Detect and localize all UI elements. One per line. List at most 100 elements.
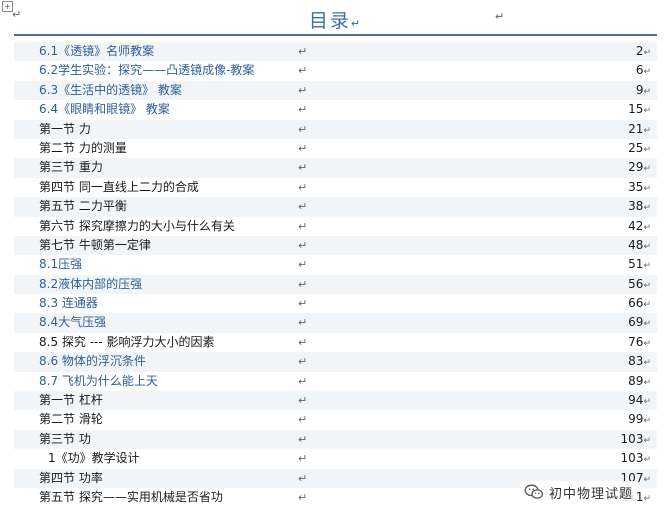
- paragraph-mark: ↵: [643, 261, 651, 272]
- toc-entry-title[interactable]: 8.4大气压强: [39, 313, 106, 332]
- paragraph-mark: ↵: [643, 455, 651, 466]
- toc-entry-title[interactable]: 第四节 功率: [39, 469, 103, 488]
- page-number-value: 29: [628, 160, 644, 175]
- toc-entry-title[interactable]: 8.3 连通器: [39, 294, 98, 313]
- page-number-value: 42: [628, 218, 644, 233]
- page-number-value: 83: [628, 354, 644, 369]
- paragraph-mark: ↵: [643, 241, 651, 252]
- toc-entry-title[interactable]: 第五节 二力平衡: [39, 197, 127, 216]
- toc-entry[interactable]: 6.3《生活中的透镜》 教案 ↵ 9↵: [14, 80, 657, 101]
- toc-page-number: 42↵: [628, 217, 651, 238]
- toc-entry-title[interactable]: 8.7 飞机为什么能上天: [39, 372, 158, 391]
- toc-entry[interactable]: 第五节 二力平衡 ↵ 38↵: [14, 197, 657, 218]
- page-number-value: 103: [620, 431, 644, 446]
- cell-end-mark: ↵: [298, 355, 308, 369]
- page-number-value: 21: [628, 121, 644, 136]
- toc-entry-title[interactable]: 第四节 同一直线上二力的合成: [39, 178, 199, 197]
- toc-page-number: 38↵: [628, 197, 651, 218]
- toc-entry-title[interactable]: 8.2液体内部的压强: [39, 275, 142, 294]
- toc-entry[interactable]: 6.2学生实验：探究——凸透镜成像-教案 ↵ 6↵: [14, 61, 657, 82]
- toc-heading: 目录↵: [0, 6, 669, 33]
- toc-entry[interactable]: 第三节 重力 ↵ 29↵: [14, 158, 657, 178]
- cell-end-mark: ↵: [298, 83, 308, 97]
- page-number-value: 15: [628, 102, 644, 117]
- toc-entry[interactable]: 第三节 功 ↵ 103↵: [14, 429, 657, 450]
- page-number-value: 35: [628, 179, 644, 194]
- toc-entry-title[interactable]: 第二节 力的测量: [39, 139, 127, 158]
- toc-entry-title[interactable]: 6.4《眼睛和眼镜》 教案: [39, 100, 170, 119]
- paragraph-mark: ↵: [350, 17, 361, 30]
- cell-end-mark: ↵: [298, 103, 308, 117]
- toc-page-number: 66↵: [628, 294, 651, 315]
- toc-entry[interactable]: 第二节 滑轮 ↵ 99↵: [14, 410, 657, 431]
- page-number-value: 25: [628, 140, 644, 155]
- toc-entry-title[interactable]: 第六节 探究摩擦力的大小与什么有关: [39, 217, 235, 236]
- paragraph-mark: ↵: [643, 338, 651, 349]
- toc-page-number: 51↵: [628, 255, 651, 276]
- toc-entry-title[interactable]: 第三节 重力: [39, 158, 103, 177]
- cell-end-mark: ↵: [298, 141, 308, 155]
- page-number-value: 38: [628, 199, 644, 214]
- page-number-value: 66: [628, 296, 644, 311]
- cell-end-mark: ↵: [298, 277, 308, 291]
- toc-entry-title[interactable]: 8.5 探究 --- 影响浮力大小的因素: [39, 333, 215, 352]
- toc-entry-title[interactable]: 第七节 牛顿第一定律: [39, 236, 151, 255]
- paragraph-mark: ↵: [643, 222, 651, 233]
- toc-entry-title[interactable]: 1《功》教学设计: [48, 449, 140, 468]
- toc-entry[interactable]: 6.1《透镜》名师教案 ↵ 2↵: [14, 42, 657, 62]
- toc-entry-title[interactable]: 第五节 探究——实用机械是否省功: [39, 488, 223, 507]
- toc-entry[interactable]: 8.6 物体的浮沉条件 ↵ 83↵: [14, 352, 657, 373]
- cell-end-mark: ↵: [298, 64, 308, 78]
- toc-entry[interactable]: 8.2液体内部的压强 ↵ 56↵: [14, 274, 657, 295]
- toc-entry-title[interactable]: 8.6 物体的浮沉条件: [39, 352, 146, 371]
- toc-entry[interactable]: 第一节 杠杆 ↵ 94↵: [14, 391, 657, 412]
- title-rule: [14, 34, 657, 36]
- paragraph-mark: ↵: [643, 106, 651, 117]
- toc-page-number: 15↵: [628, 100, 651, 121]
- toc-entry-title[interactable]: 第二节 滑轮: [39, 410, 103, 429]
- toc-entry[interactable]: 第七节 牛顿第一定律 ↵ 48↵: [14, 235, 657, 256]
- cell-end-mark: ↵: [298, 471, 308, 485]
- paragraph-mark: ↵: [643, 416, 651, 427]
- wechat-icon: [524, 484, 544, 499]
- toc-entry[interactable]: 8.1压强 ↵ 51↵: [14, 255, 657, 276]
- toc-entry[interactable]: 第一节 力 ↵ 21↵: [14, 119, 657, 141]
- toc-page-number: 89↵: [628, 372, 651, 393]
- toc-entry-title[interactable]: 第三节 功: [39, 430, 91, 449]
- toc-entry[interactable]: 8.4大气压强 ↵ 69↵: [14, 313, 657, 334]
- toc-entry[interactable]: 第四节 同一直线上二力的合成 ↵ 35↵: [14, 177, 657, 198]
- cell-end-mark: ↵: [298, 161, 308, 175]
- toc-entry-title[interactable]: 第一节 力: [39, 120, 91, 139]
- toc-entry[interactable]: 第二节 力的测量 ↵ 25↵: [14, 138, 657, 159]
- toc-entry[interactable]: 8.5 探究 --- 影响浮力大小的因素 ↵ 76↵: [14, 332, 657, 353]
- toc-page-number: 103↵: [621, 449, 651, 470]
- paragraph-mark: ↵: [643, 125, 651, 136]
- paragraph-mark: ↵: [495, 10, 505, 23]
- cell-end-mark: ↵: [298, 200, 308, 214]
- toc-entry[interactable]: 8.3 连通器 ↵ 66↵: [14, 294, 657, 315]
- toc-entry[interactable]: 6.4《眼睛和眼镜》 教案 ↵ 15↵: [14, 100, 657, 121]
- paragraph-mark: ↵: [643, 377, 651, 388]
- table-of-contents: 6.1《透镜》名师教案 ↵ 2↵ 6.2学生实验：探究——凸透镜成像-教案 ↵ 6↵ 6.3…: [14, 42, 657, 508]
- toc-page-number: 99↵: [628, 410, 651, 431]
- paragraph-mark: ↵: [643, 397, 651, 408]
- toc-entry-title[interactable]: 8.1压强: [39, 255, 82, 274]
- toc-entry-title[interactable]: 6.1《透镜》名师教案: [39, 42, 154, 61]
- toc-page-number: 83↵: [628, 352, 651, 373]
- toc-entry[interactable]: 8.7 飞机为什么能上天 ↵ 89↵: [14, 371, 657, 393]
- toc-entry-title[interactable]: 6.3《生活中的透镜》 教案: [39, 81, 182, 100]
- cell-end-mark: ↵: [298, 297, 308, 311]
- paragraph-mark: ↵: [643, 67, 651, 78]
- toc-page-number: 21↵: [628, 120, 651, 141]
- toc-entry-title[interactable]: 第一节 杠杆: [39, 391, 103, 410]
- toc-entry[interactable]: 1《功》教学设计 ↵ 103↵: [14, 449, 657, 470]
- page-title: 目录: [308, 10, 351, 32]
- toc-entry-title[interactable]: 6.2学生实验：探究——凸透镜成像-教案: [39, 61, 254, 80]
- cell-end-mark: ↵: [298, 45, 308, 58]
- paragraph-mark: ↵: [643, 164, 651, 175]
- toc-entry[interactable]: 第六节 探究摩擦力的大小与什么有关 ↵ 42↵: [14, 216, 657, 238]
- cell-end-mark: ↵: [298, 316, 308, 330]
- toc-page-number: 6↵: [636, 61, 651, 82]
- toc-page-number: 94↵: [628, 391, 651, 412]
- toc-page-number: 69↵: [628, 313, 651, 334]
